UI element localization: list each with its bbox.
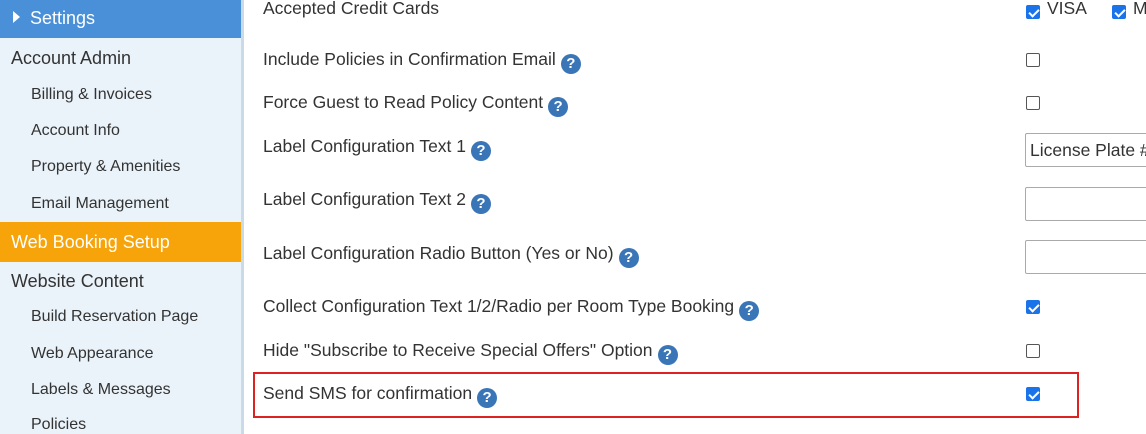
- hide-subscribe-row: Hide "Subscribe to Receive Special Offer…: [263, 340, 678, 365]
- help-icon[interactable]: ?: [560, 54, 581, 74]
- mastercard-checkbox[interactable]: [1112, 5, 1126, 19]
- label-radio-row: Label Configuration Radio Button (Yes or…: [263, 243, 639, 268]
- collect-per-room-checkbox[interactable]: [1026, 300, 1040, 314]
- label-text-2-row: Label Configuration Text 2?: [263, 189, 492, 214]
- sidebar-header-label: Settings: [30, 8, 96, 28]
- collect-per-room-row: Collect Configuration Text 1/2/Radio per…: [263, 296, 760, 321]
- label-radio-input[interactable]: [1025, 240, 1146, 274]
- include-policies-row: Include Policies in Confirmation Email?: [263, 49, 581, 74]
- help-icon[interactable]: ?: [548, 97, 569, 117]
- sidebar-item-billing-invoices[interactable]: Billing & Invoices: [31, 86, 272, 104]
- highlight-box: [253, 372, 1079, 418]
- label-text-1-label: Label Configuration Text 1: [263, 136, 467, 156]
- caret-right-icon: [13, 11, 20, 23]
- help-icon[interactable]: ?: [471, 141, 492, 161]
- help-icon[interactable]: ?: [471, 194, 492, 214]
- label-text-2-label: Label Configuration Text 2: [263, 189, 467, 209]
- sidebar-item-label: Web Booking Setup: [11, 232, 170, 252]
- force-read-policy-row: Force Guest to Read Policy Content?: [263, 92, 569, 117]
- visa-checkbox[interactable]: [1026, 5, 1040, 19]
- sidebar-item-email-management[interactable]: Email Management: [31, 195, 272, 213]
- hide-subscribe-checkbox[interactable]: [1026, 344, 1040, 358]
- sidebar-item-property-amenities[interactable]: Property & Amenities: [31, 158, 272, 176]
- sidebar-header-settings[interactable]: Settings: [0, 0, 241, 38]
- sidebar-item-build-reservation-page[interactable]: Build Reservation Page: [31, 308, 272, 326]
- sidebar: Settings Account Admin Billing & Invoice…: [0, 0, 244, 434]
- accepted-cards-label: Accepted Credit Cards: [263, 0, 440, 18]
- sidebar-item-account-admin[interactable]: Account Admin: [11, 48, 252, 69]
- sidebar-item-web-booking-setup[interactable]: Web Booking Setup: [0, 222, 241, 262]
- visa-label: VISA: [1047, 0, 1087, 18]
- include-policies-label: Include Policies in Confirmation Email: [263, 49, 556, 69]
- label-text-1-input[interactable]: [1025, 133, 1146, 167]
- sidebar-item-web-appearance[interactable]: Web Appearance: [31, 345, 272, 363]
- force-read-policy-checkbox[interactable]: [1026, 96, 1040, 110]
- label-text-1-row: Label Configuration Text 1?: [263, 136, 492, 161]
- include-policies-checkbox[interactable]: [1026, 53, 1040, 67]
- force-read-policy-label: Force Guest to Read Policy Content: [263, 92, 544, 112]
- sidebar-item-policies[interactable]: Policies: [31, 416, 272, 434]
- label-radio-label: Label Configuration Radio Button (Yes or…: [263, 243, 614, 263]
- sidebar-item-labels-messages[interactable]: Labels & Messages: [31, 381, 272, 399]
- help-icon[interactable]: ?: [739, 301, 760, 321]
- help-icon[interactable]: ?: [657, 345, 678, 365]
- label-text-2-input[interactable]: [1025, 187, 1146, 221]
- hide-subscribe-label: Hide "Subscribe to Receive Special Offer…: [263, 340, 653, 360]
- collect-per-room-label: Collect Configuration Text 1/2/Radio per…: [263, 296, 735, 316]
- sidebar-item-account-info[interactable]: Account Info: [31, 122, 272, 140]
- help-icon[interactable]: ?: [618, 248, 639, 268]
- settings-panel: Accepted Credit Cards VISA M Include Pol…: [244, 0, 1146, 434]
- mastercard-label: M: [1133, 0, 1146, 18]
- sidebar-item-website-content[interactable]: Website Content: [11, 271, 252, 292]
